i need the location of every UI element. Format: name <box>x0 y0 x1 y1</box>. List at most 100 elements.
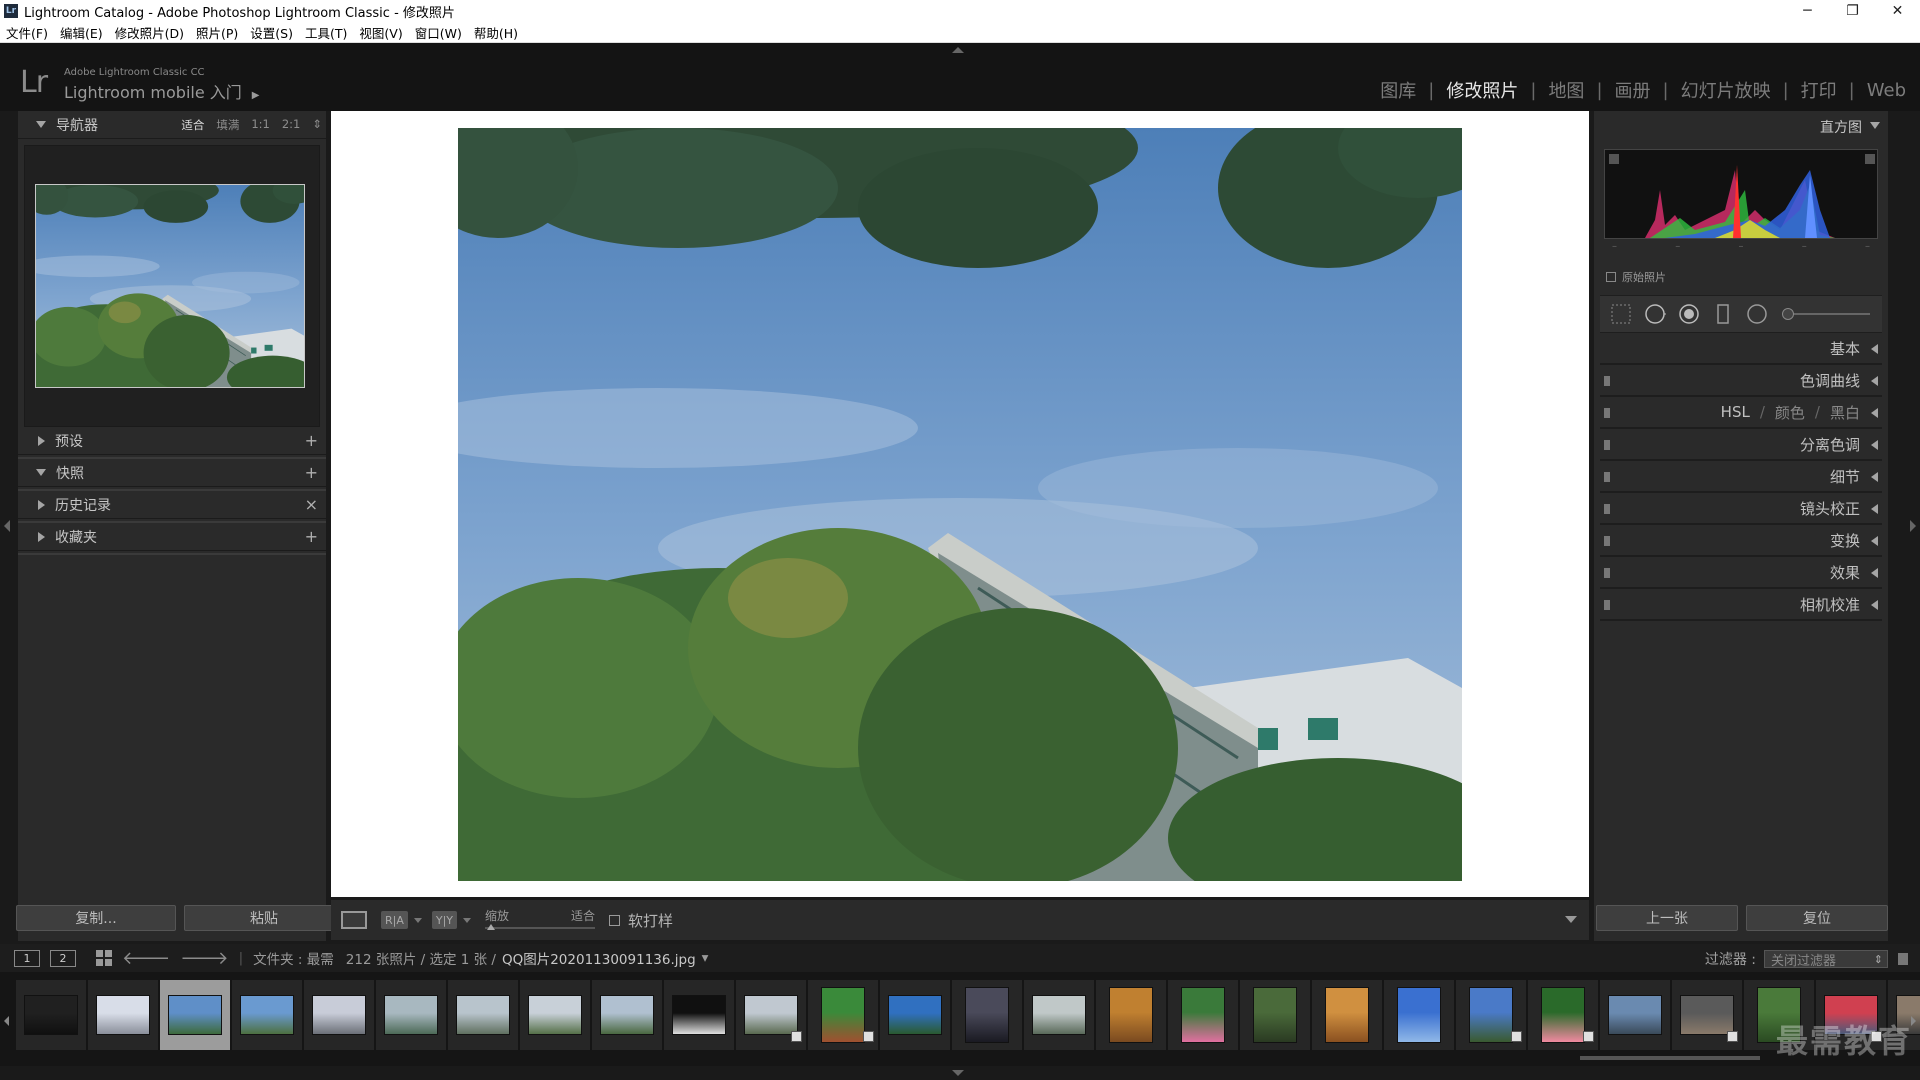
filmstrip-scroll-left-icon[interactable] <box>4 1016 9 1026</box>
filmstrip-thumbnail[interactable] <box>736 980 806 1050</box>
menu-settings[interactable]: 设置(S) <box>250 23 293 42</box>
panel-lens-corrections[interactable]: 镜头校正 <box>1600 493 1882 525</box>
collapse-left-panel-icon[interactable] <box>4 520 10 532</box>
panel-color-tab[interactable]: 颜色 <box>1775 402 1805 423</box>
panel-switch-icon[interactable] <box>1604 568 1610 578</box>
paste-settings-button[interactable]: 粘贴 <box>184 905 344 931</box>
filmstrip-filename[interactable]: QQ图片20201130091136.jpg <box>502 948 696 968</box>
panel-switch-icon[interactable] <box>1604 472 1610 482</box>
menu-tools[interactable]: 工具(T) <box>305 23 347 42</box>
radial-filter-tool-icon[interactable] <box>1746 303 1768 325</box>
add-preset-icon[interactable]: + <box>305 431 318 450</box>
module-map[interactable]: 地图 <box>1548 77 1584 103</box>
clear-history-icon[interactable]: × <box>305 495 318 514</box>
navigator-preview-area[interactable] <box>24 145 320 427</box>
red-eye-tool-icon[interactable] <box>1678 303 1700 325</box>
graduated-filter-tool-icon[interactable] <box>1712 303 1734 325</box>
filmstrip-thumbnail[interactable] <box>1312 980 1382 1050</box>
filename-caret-icon[interactable]: ▾ <box>702 950 709 966</box>
module-print[interactable]: 打印 <box>1801 77 1837 103</box>
reset-button[interactable]: 复位 <box>1746 905 1888 931</box>
filmstrip-thumbnail[interactable] <box>1384 980 1454 1050</box>
menu-photo[interactable]: 照片(P) <box>196 23 238 42</box>
filmstrip-thumbnail[interactable] <box>16 980 86 1050</box>
filter-lock-icon[interactable] <box>1898 953 1908 965</box>
panel-effects[interactable]: 效果 <box>1600 557 1882 589</box>
zoom-stepper-icon[interactable]: ⇕ <box>312 117 322 133</box>
module-book[interactable]: 画册 <box>1615 77 1651 103</box>
filmstrip-thumbnail[interactable] <box>448 980 518 1050</box>
zoom-knob-icon[interactable] <box>487 924 496 930</box>
module-develop[interactable]: 修改照片 <box>1446 77 1518 103</box>
original-photo-toggle[interactable]: 原始照片 <box>1606 269 1666 285</box>
panel-hsl[interactable]: HSL / 颜色 / 黑白 <box>1600 397 1882 429</box>
zoom-fill[interactable]: 填满 <box>216 117 239 133</box>
identity-mobile-link[interactable]: Lightroom mobile 入门 ▶ <box>64 79 259 103</box>
filmstrip-thumbnail[interactable] <box>808 980 878 1050</box>
add-collection-icon[interactable]: + <box>305 527 318 546</box>
panel-detail[interactable]: 细节 <box>1600 461 1882 493</box>
zoom-1-1[interactable]: 1:1 <box>251 117 270 133</box>
grid-view-icon[interactable] <box>96 950 112 966</box>
panel-switch-icon[interactable] <box>1604 600 1610 610</box>
module-slideshow[interactable]: 幻灯片放映 <box>1681 77 1771 103</box>
before-after-tb-icon[interactable]: Y|Y <box>431 911 458 929</box>
toolbar-options-dropdown-icon[interactable] <box>1565 916 1577 923</box>
panel-transform[interactable]: 变换 <box>1600 525 1882 557</box>
filmstrip-thumbnail[interactable] <box>304 980 374 1050</box>
filmstrip-thumbnail[interactable] <box>664 980 734 1050</box>
filmstrip-thumbnail[interactable] <box>1240 980 1310 1050</box>
filmstrip-thumbnail[interactable] <box>520 980 590 1050</box>
loupe-view-icon[interactable] <box>341 911 367 929</box>
menu-file[interactable]: 文件(F) <box>6 23 48 42</box>
filmstrip-thumbnail[interactable] <box>1672 980 1742 1050</box>
panel-switch-icon[interactable] <box>1604 440 1610 450</box>
main-photo[interactable] <box>458 128 1462 881</box>
before-after-tb-dropdown-icon[interactable] <box>463 917 472 923</box>
filmstrip-thumbnail[interactable] <box>1096 980 1166 1050</box>
navigator-thumbnail[interactable] <box>35 184 305 388</box>
zoom-slider[interactable]: 缩放 适合 <box>485 905 596 935</box>
panel-switch-icon[interactable] <box>1604 408 1610 418</box>
photo-canvas[interactable] <box>331 111 1589 897</box>
adjustment-brush-tool-icon[interactable] <box>1782 308 1870 320</box>
panel-hsl-tab[interactable]: HSL <box>1721 403 1750 421</box>
spot-removal-tool-icon[interactable] <box>1644 303 1666 325</box>
zoom-2-1[interactable]: 2:1 <box>282 117 301 133</box>
identity-plate[interactable]: Adobe Lightroom Classic CC Lightroom mob… <box>64 67 259 103</box>
minimize-button[interactable]: ─ <box>1785 0 1830 22</box>
collections-header[interactable]: 收藏夹 + <box>18 523 326 551</box>
before-after-lr-icon[interactable]: R|A <box>381 911 408 929</box>
filter-select[interactable]: 关闭过滤器 <box>1764 950 1888 969</box>
filmstrip-thumbnail[interactable] <box>376 980 446 1050</box>
panel-tone-curve[interactable]: 色调曲线 <box>1600 365 1882 397</box>
filmstrip-source[interactable]: 文件夹 : 最需 <box>253 948 334 968</box>
filmstrip-thumbnail[interactable] <box>952 980 1022 1050</box>
zoom-track[interactable] <box>485 927 596 929</box>
filmstrip-thumbnail[interactable] <box>1528 980 1598 1050</box>
previous-settings-button[interactable]: 上一张 <box>1596 905 1738 931</box>
menu-view[interactable]: 视图(V) <box>359 23 402 42</box>
filmstrip-thumbnail[interactable] <box>232 980 302 1050</box>
snapshots-header[interactable]: 快照 + <box>18 459 326 487</box>
panel-basic[interactable]: 基本 <box>1600 333 1882 365</box>
menu-help[interactable]: 帮助(H) <box>474 23 518 42</box>
panel-switch-icon[interactable] <box>1604 536 1610 546</box>
collapse-right-panel-icon[interactable] <box>1910 520 1916 532</box>
filmstrip-thumbnail[interactable] <box>880 980 950 1050</box>
panel-switch-icon[interactable] <box>1604 376 1610 386</box>
filmstrip-thumbnail[interactable] <box>592 980 662 1050</box>
add-snapshot-icon[interactable]: + <box>305 463 318 482</box>
collapse-top-panel-icon[interactable] <box>952 47 964 53</box>
module-web[interactable]: Web <box>1867 80 1906 101</box>
filmstrip-thumbnail[interactable] <box>1024 980 1094 1050</box>
restore-button[interactable]: ❐ <box>1830 0 1875 22</box>
forward-arrow-icon[interactable]: 🡒 <box>180 948 228 969</box>
collapse-filmstrip-icon[interactable] <box>952 1070 964 1076</box>
histogram-header[interactable]: 直方图 <box>1594 111 1888 139</box>
menu-window[interactable]: 窗口(W) <box>415 23 462 42</box>
panel-split-toning[interactable]: 分离色调 <box>1600 429 1882 461</box>
menu-develop[interactable]: 修改照片(D) <box>115 23 184 42</box>
filmstrip-thumbnail[interactable] <box>160 980 230 1050</box>
history-header[interactable]: 历史记录 × <box>18 491 326 519</box>
